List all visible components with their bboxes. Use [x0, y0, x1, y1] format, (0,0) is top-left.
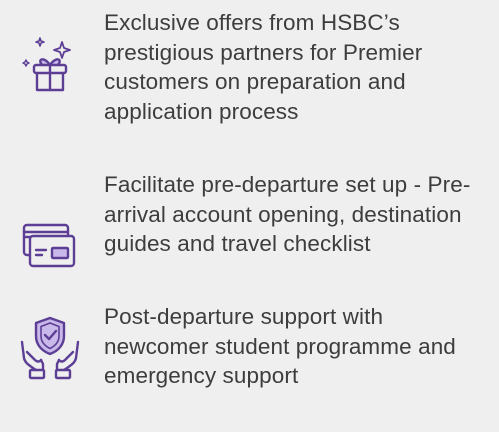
benefit-text: Facilitate pre-departure set up - Pre-ar…	[104, 172, 471, 256]
benefits-list: Exclusive offers from HSBC’s prestigious…	[0, 0, 499, 432]
benefit-text: Exclusive offers from HSBC’s prestigious…	[104, 10, 423, 124]
benefit-text: Post-departure support with newcomer stu…	[104, 304, 456, 388]
shield-hands-icon	[14, 312, 86, 384]
credit-card-icon	[14, 208, 86, 280]
gift-icon	[14, 30, 86, 102]
